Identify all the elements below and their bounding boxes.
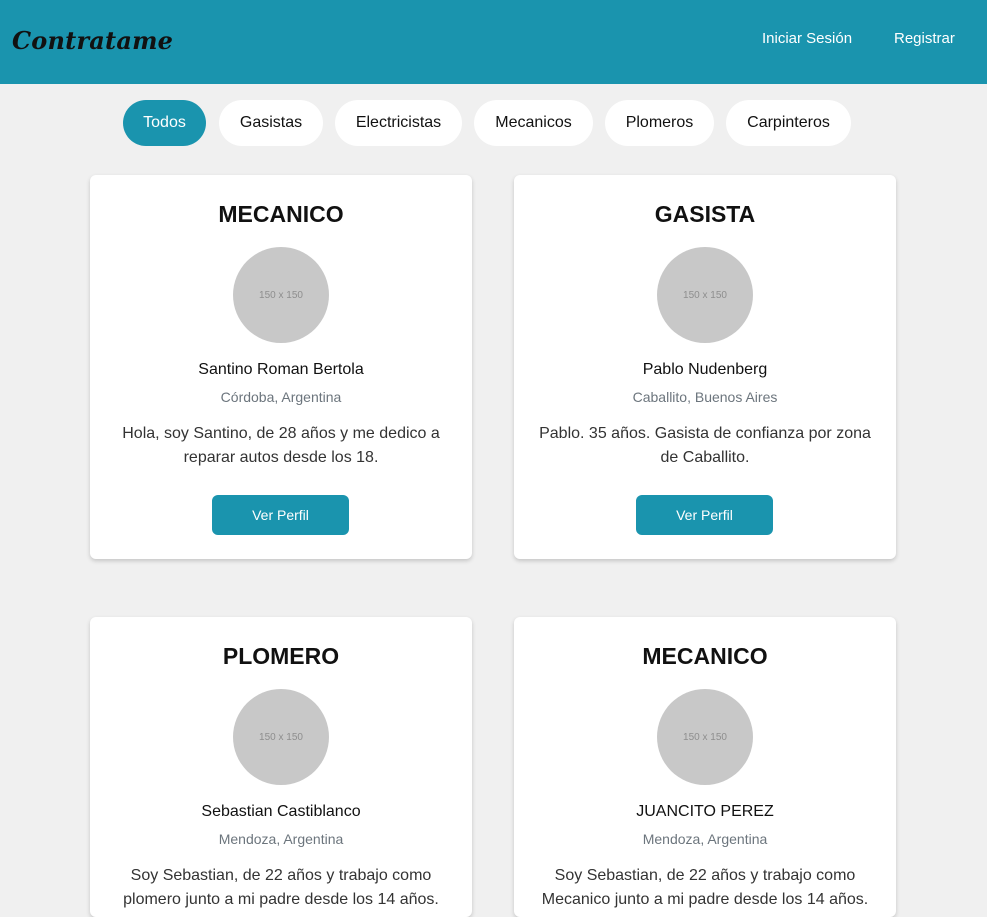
worker-name: Santino Roman Bertola — [198, 361, 364, 378]
worker-card: MECANICO 150 x 150 JUANCITO PEREZ Mendoz… — [514, 617, 896, 917]
brand-logo[interactable]: Contratame — [12, 26, 173, 55]
avatar-placeholder-text: 150 x 150 — [259, 731, 303, 743]
avatar-placeholder-text: 150 x 150 — [683, 289, 727, 301]
worker-name: JUANCITO PEREZ — [636, 803, 774, 820]
avatar: 150 x 150 — [657, 689, 753, 785]
view-profile-button[interactable]: Ver Perfil — [636, 495, 773, 535]
card-title: PLOMERO — [222, 643, 340, 669]
card-title: MECANICO — [642, 643, 768, 669]
worker-location: Córdoba, Argentina — [220, 389, 342, 405]
worker-location: Mendoza, Argentina — [642, 831, 768, 847]
worker-card: MECANICO 150 x 150 Santino Roman Bertola… — [90, 175, 472, 559]
card-title: MECANICO — [218, 201, 344, 227]
filter-carpinteros[interactable]: Carpinteros — [726, 100, 851, 146]
worker-description: Pablo. 35 años. Gasista de confianza por… — [539, 425, 871, 466]
avatar: 150 x 150 — [233, 247, 329, 343]
filter-plomeros[interactable]: Plomeros — [605, 100, 714, 146]
avatar-placeholder-text: 150 x 150 — [259, 289, 303, 301]
worker-card: PLOMERO 150 x 150 Sebastian Castiblanco … — [90, 617, 472, 917]
top-navbar: Contratame Iniciar Sesión Registrar — [0, 0, 987, 84]
worker-location: Caballito, Buenos Aires — [632, 389, 778, 405]
filter-electricistas[interactable]: Electricistas — [335, 100, 462, 146]
filter-todos[interactable]: Todos — [123, 100, 206, 146]
worker-card: GASISTA 150 x 150 Pablo Nudenberg Caball… — [514, 175, 896, 559]
worker-location: Mendoza, Argentina — [218, 831, 344, 847]
worker-description: Soy Sebastian, de 22 años y trabajo como… — [541, 867, 869, 908]
avatar-placeholder-text: 150 x 150 — [683, 731, 727, 743]
worker-description: Hola, soy Santino, de 28 años y me dedic… — [122, 425, 440, 466]
login-link[interactable]: Iniciar Sesión — [762, 30, 852, 47]
filter-gasistas[interactable]: Gasistas — [219, 100, 323, 146]
avatar: 150 x 150 — [233, 689, 329, 785]
register-link[interactable]: Registrar — [894, 30, 955, 47]
view-profile-button[interactable]: Ver Perfil — [212, 495, 349, 535]
filter-mecanicos[interactable]: Mecanicos — [474, 100, 593, 146]
card-title: GASISTA — [654, 201, 756, 227]
worker-name: Pablo Nudenberg — [642, 361, 768, 378]
worker-name: Sebastian Castiblanco — [201, 803, 361, 820]
avatar: 150 x 150 — [657, 247, 753, 343]
worker-description: Soy Sebastian, de 22 años y trabajo como… — [123, 867, 439, 908]
